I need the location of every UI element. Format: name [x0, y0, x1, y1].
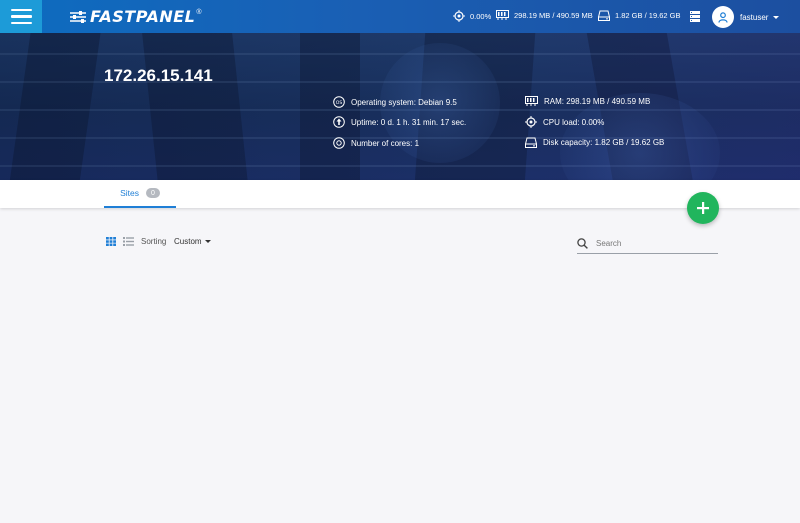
avatar [712, 6, 734, 28]
chevron-down-icon [773, 15, 780, 19]
tab-bar: Sites 0 [0, 180, 800, 208]
sort-value: Custom [174, 237, 202, 246]
ram-icon [496, 10, 509, 20]
sort-dropdown[interactable]: Custom [174, 237, 211, 246]
top-bar: FASTPANEL ® 0.00% 298.19 MB / 490.59 MB … [0, 0, 800, 33]
cpu-icon [453, 10, 465, 22]
search-box [577, 233, 718, 254]
info-uptime: Uptime: 0 d. 1 h. 31 min. 17 sec. [333, 116, 466, 128]
info-cpu: CPU load: 0.00% [525, 116, 604, 128]
ram-icon [525, 96, 538, 106]
header-disk-stat: 1.82 GB / 19.62 GB [598, 10, 680, 21]
logo-text: FASTPANEL [90, 7, 196, 26]
chevron-down-icon [204, 240, 211, 243]
cores-icon [333, 137, 345, 149]
grid-view-icon[interactable] [106, 237, 116, 246]
list-view-icon[interactable] [123, 237, 134, 246]
server-info-banner: 172.26.15.141 OS Operating system: Debia… [0, 33, 800, 180]
header-disk-value: 1.82 GB / 19.62 GB [615, 11, 681, 20]
info-ram: RAM: 298.19 MB / 490.59 MB [525, 96, 650, 106]
hamburger-icon [10, 8, 32, 12]
registered-mark: ® [196, 9, 202, 16]
add-site-button[interactable] [687, 192, 719, 224]
user-menu[interactable]: fastuser [712, 6, 780, 28]
logo[interactable]: FASTPANEL ® [69, 7, 202, 26]
os-icon: OS [333, 96, 345, 108]
menu-button[interactable] [0, 0, 42, 33]
header-cpu-value: 0.00% [470, 11, 492, 21]
tab-count-badge: 0 [146, 188, 160, 198]
tab-label: Sites [120, 188, 139, 198]
tab-sites[interactable]: Sites 0 [104, 180, 176, 208]
header-cpu-stat: 0.00% [453, 10, 491, 22]
header-ram-value: 298.19 MB / 490.59 MB [514, 10, 593, 20]
user-icon [718, 11, 728, 23]
uptime-icon [333, 116, 345, 128]
disk-icon [525, 137, 537, 148]
sort-label: Sorting [141, 237, 167, 246]
svg-text:OS: OS [336, 100, 343, 106]
disk-icon [598, 10, 610, 21]
plus-icon [697, 202, 709, 214]
server-ip: 172.26.15.141 [104, 66, 213, 85]
search-input[interactable] [596, 238, 706, 248]
cpu-icon [525, 116, 537, 128]
info-cores: Number of cores: 1 [333, 137, 419, 149]
logo-mark-icon [70, 10, 86, 23]
info-disk: Disk capacity: 1.82 GB / 19.62 GB [525, 137, 664, 148]
search-icon [577, 237, 588, 249]
header-ram-stat: 298.19 MB / 490.59 MB [496, 10, 593, 20]
server-icon[interactable] [690, 11, 700, 22]
username: fastuser [740, 12, 769, 22]
info-os: OS Operating system: Debian 9.5 [333, 96, 457, 108]
